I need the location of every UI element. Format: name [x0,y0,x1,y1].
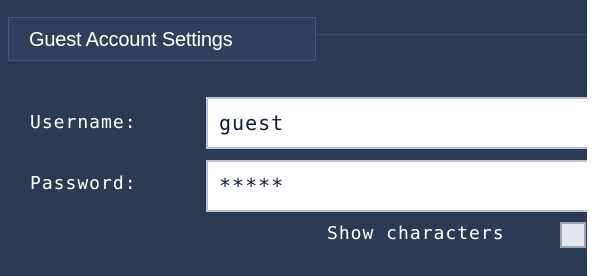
guest-account-settings-panel: Guest Account Settings Username: guest P… [0,0,597,276]
show-characters-label: Show characters [327,223,505,244]
section-title: Guest Account Settings [8,17,316,61]
password-label: Password: [30,173,137,194]
username-input[interactable]: guest [206,97,589,149]
password-input[interactable]: ***** [206,160,589,212]
show-characters-checkbox[interactable] [560,222,586,248]
right-margin [587,0,597,276]
username-label: Username: [30,112,137,133]
fieldset-border-line [316,34,587,35]
